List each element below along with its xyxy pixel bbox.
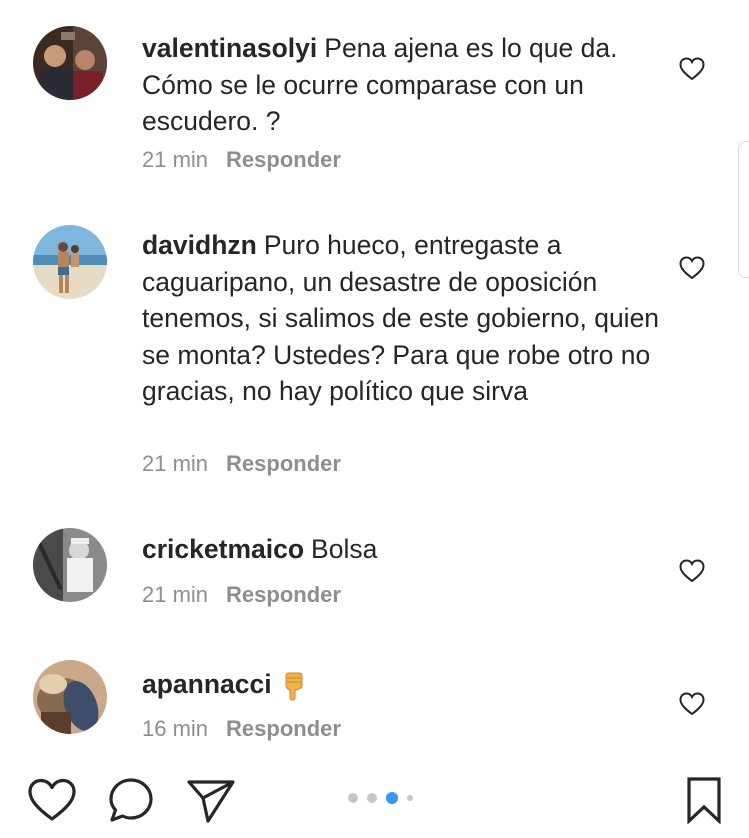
comment-meta: 21 min Responder bbox=[142, 582, 341, 608]
scrollbar-handle[interactable] bbox=[738, 141, 749, 278]
comment-username[interactable]: cricketmaico bbox=[142, 534, 304, 564]
comment-username[interactable]: apannacci bbox=[142, 669, 272, 699]
avatar[interactable] bbox=[33, 528, 107, 602]
reply-button[interactable]: Responder bbox=[226, 716, 341, 741]
comment-time: 21 min bbox=[142, 147, 209, 172]
reply-button[interactable]: Responder bbox=[226, 582, 341, 607]
comment-time: 21 min bbox=[142, 451, 209, 476]
comment-meta: 16 min Responder bbox=[142, 716, 341, 742]
comment-text: davidhzn Puro hueco, entregaste a caguari… bbox=[142, 227, 662, 410]
heart-outline-icon[interactable] bbox=[679, 692, 705, 716]
bookmark-icon[interactable] bbox=[686, 776, 722, 824]
comment-username[interactable]: davidhzn bbox=[142, 230, 257, 260]
paper-plane-icon[interactable] bbox=[186, 778, 236, 824]
carousel-dot bbox=[348, 793, 358, 803]
comment-meta: 21 min Responder bbox=[142, 147, 341, 173]
comment-meta: 21 min Responder bbox=[142, 451, 341, 477]
heart-outline-icon[interactable] bbox=[679, 559, 705, 583]
reply-button[interactable]: Responder bbox=[226, 451, 341, 476]
carousel-dot bbox=[367, 793, 377, 803]
comment-text: apannacci bbox=[142, 666, 662, 703]
comment-time: 21 min bbox=[142, 582, 209, 607]
thumbs-down-emoji bbox=[285, 672, 303, 701]
heart-outline-icon[interactable] bbox=[679, 256, 705, 280]
comment-username[interactable]: valentinasolyi bbox=[142, 33, 317, 63]
carousel-dot-active bbox=[386, 792, 398, 804]
avatar[interactable] bbox=[33, 26, 107, 100]
carousel-dot bbox=[407, 795, 413, 801]
reply-button[interactable]: Responder bbox=[226, 147, 341, 172]
comment-body: Bolsa bbox=[311, 534, 378, 564]
heart-outline-icon[interactable] bbox=[27, 778, 77, 822]
comment-bubble-icon[interactable] bbox=[107, 776, 155, 824]
heart-outline-icon[interactable] bbox=[679, 57, 705, 81]
avatar[interactable] bbox=[33, 225, 107, 299]
comment-time: 16 min bbox=[142, 716, 209, 741]
comment-text: cricketmaico Bolsa bbox=[142, 531, 662, 568]
comment-text: valentinasolyi Pena ajena es lo que da. C… bbox=[142, 30, 662, 140]
avatar[interactable] bbox=[33, 660, 107, 734]
